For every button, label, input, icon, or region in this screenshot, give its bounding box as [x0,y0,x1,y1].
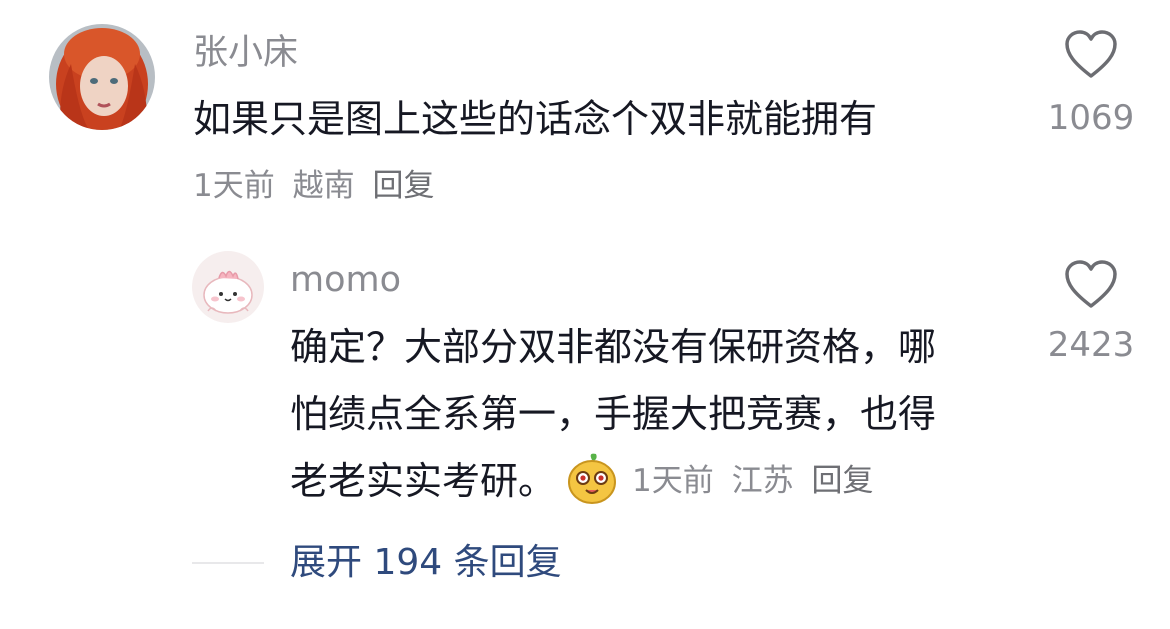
reply-text-line-2: 怕绩点全系第一，手握大把竞赛，也得 [290,392,937,436]
reply-like-count: 2423 [1047,325,1135,365]
reply-location: 江苏 [731,462,794,499]
reply-last-line: 老老实实考研。 1天前 江苏 回复 [290,451,881,511]
reply-text-line-1: 确定？大部分双非都没有保研资格，哪 [290,325,937,369]
cute-sticker-icon [566,452,618,510]
heart-icon [1065,30,1117,78]
reply-reply-button[interactable]: 回复 [811,463,873,499]
comment-like-button[interactable] [1031,30,1151,80]
reply-like-button[interactable] [1031,260,1151,310]
replier-username[interactable]: momo [290,263,401,298]
comment-reply-button[interactable]: 回复 [372,168,434,204]
reply-text-line-3: 老老实实考研。 [290,459,557,503]
replier-avatar[interactable] [192,251,264,323]
commenter-username[interactable]: 张小床 [193,36,298,71]
heart-icon [1065,260,1117,308]
comment-location: 越南 [292,168,355,204]
comment-meta: 1天前 越南 回复 [193,171,442,202]
reply-time: 1天前 [632,462,714,499]
expand-replies-button[interactable]: 展开 194 条回复 [290,545,562,581]
comment-text: 如果只是图上这些的话念个双非就能拥有 [193,97,878,141]
comment-time: 1天前 [193,168,275,204]
reply-meta: 1天前 江苏 回复 [632,462,881,499]
commenter-avatar[interactable] [49,24,155,130]
expand-divider [192,562,264,564]
comment-like-count: 1069 [1047,98,1135,138]
